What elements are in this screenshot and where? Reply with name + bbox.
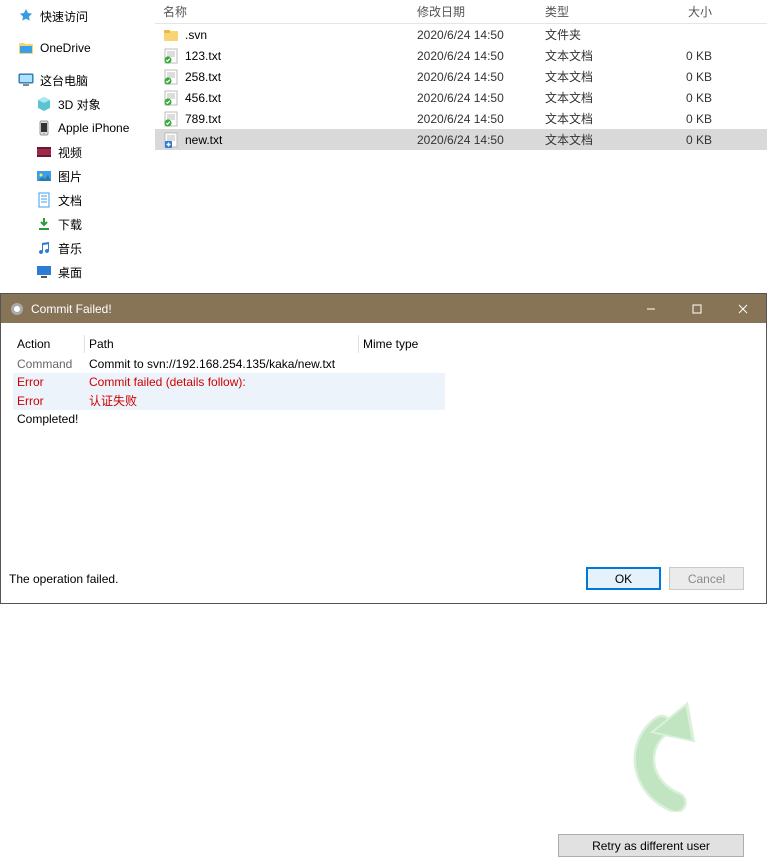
file-row[interactable]: 789.txt2020/6/24 14:50文本文档0 KB [155,108,767,129]
log-mime [359,363,439,365]
log-row[interactable]: CommandCommit to svn://192.168.254.135/k… [13,355,445,373]
sidebar-item-label: OneDrive [40,41,91,55]
log-path: 认证失败 [85,391,359,410]
sidebar-item-label: 文档 [58,192,82,209]
log-path [85,418,359,420]
log-header-action[interactable]: Action [13,335,85,353]
log-row[interactable]: Completed! [13,410,445,428]
file-view: 名称 修改日期 类型 大小 .svn2020/6/24 14:50文件夹123.… [155,0,767,293]
column-header-type[interactable]: 类型 [545,3,654,20]
file-row[interactable]: 258.txt2020/6/24 14:50文本文档0 KB [155,66,767,87]
file-date: 2020/6/24 14:50 [417,133,545,147]
file-row[interactable]: 123.txt2020/6/24 14:50文本文档0 KB [155,45,767,66]
file-size: 0 KB [654,91,736,105]
log-row[interactable]: ErrorCommit failed (details follow): [13,373,445,391]
file-date: 2020/6/24 14:50 [417,49,545,63]
sidebar-item[interactable]: 3D 对象 [0,92,155,116]
log-action: Error [13,393,85,409]
dialog-title: Commit Failed! [31,302,628,316]
file-size: 0 KB [654,70,736,84]
retry-as-different-user-button[interactable]: Retry as different user [558,834,744,857]
ok-button[interactable]: OK [586,567,661,590]
file-date: 2020/6/24 14:50 [417,70,545,84]
tortoise-svn-icon [9,301,25,317]
file-size: 0 KB [654,112,736,126]
file-type: 文本文档 [545,68,654,85]
log-table: Action Path Mime type CommandCommit to s… [13,333,445,428]
column-header-name[interactable]: 名称 [155,3,417,20]
file-row[interactable]: .svn2020/6/24 14:50文件夹 [155,24,767,45]
sidebar-item-label: 音乐 [58,240,82,257]
sidebar-item[interactable]: 文档 [0,188,155,212]
maximize-button[interactable] [674,294,720,323]
log-header-mime[interactable]: Mime type [359,335,439,353]
cancel-button: Cancel [669,567,744,590]
sidebar-item-label: 桌面 [58,264,82,281]
column-header-size[interactable]: 大小 [654,3,736,20]
sidebar-item[interactable]: 桌面 [0,260,155,284]
log-row[interactable]: Error认证失败 [13,391,445,410]
log-mime [359,400,439,402]
file-name: 123.txt [185,49,417,63]
sidebar-item-label: 3D 对象 [58,96,101,113]
log-mime [359,381,439,383]
file-name: 258.txt [185,70,417,84]
sidebar-item[interactable]: Apple iPhone [0,116,155,140]
close-button[interactable] [720,294,766,323]
sidebar-item[interactable]: 下载 [0,212,155,236]
log-action: Completed! [13,411,85,427]
file-type: 文本文档 [545,110,654,127]
file-row[interactable]: new.txt2020/6/24 14:50文本文档0 KB [155,129,767,150]
sidebar-item[interactable]: 这台电脑 [0,68,155,92]
sidebar-item[interactable]: 快速访问 [0,4,155,28]
log-path: Commit to svn://192.168.254.135/kaka/new… [85,356,359,372]
file-type: 文件夹 [545,26,654,43]
file-name: 456.txt [185,91,417,105]
log-action: Command [13,356,85,372]
file-type: 文本文档 [545,131,654,148]
tortoise-arrow-icon [616,692,736,812]
minimize-button[interactable] [628,294,674,323]
log-action: Error [13,374,85,390]
file-date: 2020/6/24 14:50 [417,91,545,105]
dialog-titlebar[interactable]: Commit Failed! [1,294,766,323]
commit-failed-dialog: Commit Failed! Action Path Mime type Com… [0,293,767,604]
sidebar-item[interactable]: 视频 [0,140,155,164]
log-mime [359,418,439,420]
sidebar-item[interactable]: OneDrive [0,36,155,60]
file-name: new.txt [185,133,417,147]
file-type: 文本文档 [545,47,654,64]
sidebar-item-label: 下载 [58,216,82,233]
status-text: The operation failed. [9,572,586,586]
file-date: 2020/6/24 14:50 [417,28,545,42]
file-date: 2020/6/24 14:50 [417,112,545,126]
file-list: .svn2020/6/24 14:50文件夹123.txt2020/6/24 1… [155,24,767,150]
sidebar-item-label: 快速访问 [40,8,88,25]
column-header-date[interactable]: 修改日期 [417,3,545,20]
file-list-header: 名称 修改日期 类型 大小 [155,0,767,24]
sidebar-item-label: Apple iPhone [58,121,129,135]
file-name: .svn [185,28,417,42]
sidebar-item-label: 视频 [58,144,82,161]
sidebar: 快速访问 OneDrive 这台电脑 3D 对象 Apple iPhone 视频图片文档下… [0,0,155,293]
file-type: 文本文档 [545,89,654,106]
file-row[interactable]: 456.txt2020/6/24 14:50文本文档0 KB [155,87,767,108]
file-size: 0 KB [654,133,736,147]
log-header-path[interactable]: Path [85,335,359,353]
log-header: Action Path Mime type [13,333,445,355]
file-name: 789.txt [185,112,417,126]
log-path: Commit failed (details follow): [85,374,359,390]
sidebar-item[interactable]: 音乐 [0,236,155,260]
sidebar-item-label: 这台电脑 [40,72,88,89]
file-explorer: 快速访问 OneDrive 这台电脑 3D 对象 Apple iPhone 视频图片文档下… [0,0,767,293]
sidebar-item[interactable]: 图片 [0,164,155,188]
file-size: 0 KB [654,49,736,63]
sidebar-item-label: 图片 [58,168,82,185]
